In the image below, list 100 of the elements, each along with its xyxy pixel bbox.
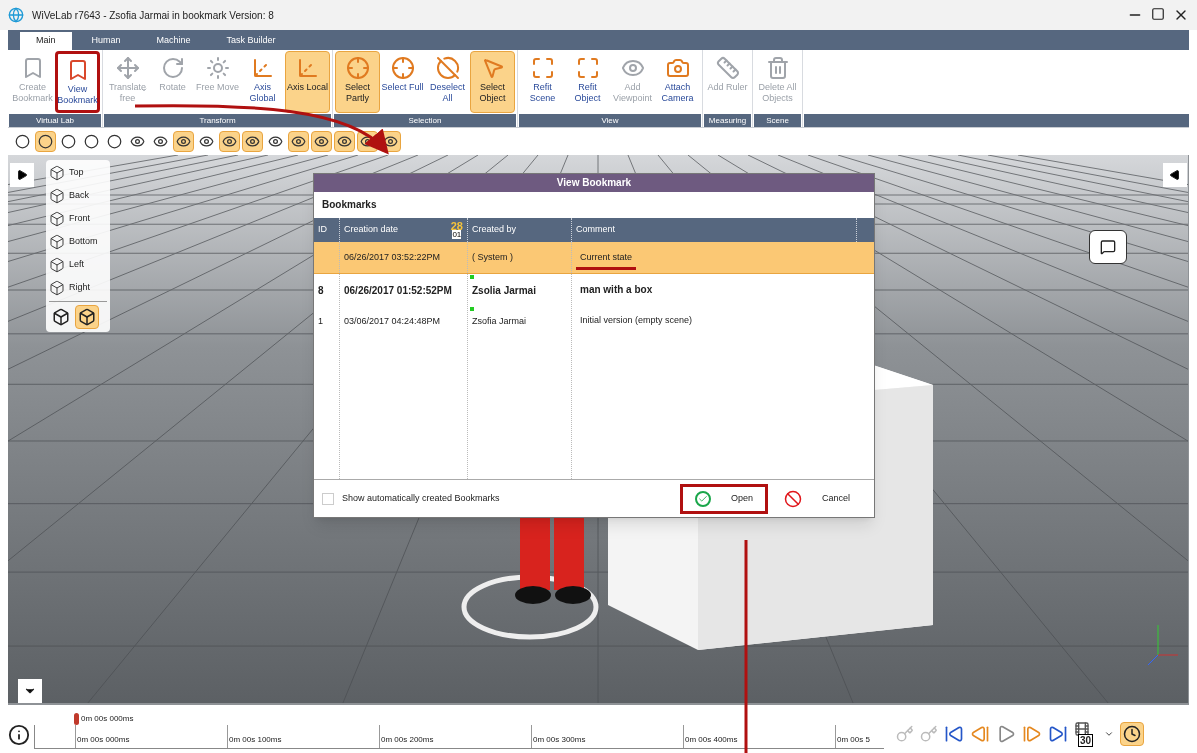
- cube-icon: [78, 308, 96, 326]
- toolbar-button[interactable]: [219, 131, 240, 152]
- ribbon-tool-icon: [665, 56, 690, 80]
- ribbon-tool-icon: [715, 56, 740, 80]
- column-header[interactable]: ID: [318, 223, 327, 237]
- ribbon-group-label: Selection: [334, 114, 516, 127]
- comment-cell-text: Initial version (empty scene): [579, 314, 694, 328]
- toolbar-button[interactable]: [173, 131, 194, 152]
- ribbon-button[interactable]: Axis Local: [285, 51, 330, 113]
- cancel-button[interactable]: Cancel: [776, 483, 858, 514]
- bookmark-row[interactable]: 1 03/06/2017 04:24:48PM Zsofia Jarmai Initial version (empty scene): [314, 306, 874, 338]
- clock-button[interactable]: [1120, 722, 1144, 746]
- speech-bubble-icon: [1100, 239, 1116, 255]
- cube-icon: [49, 280, 65, 296]
- axis-gizmo-icon: [1147, 624, 1179, 666]
- view-preset-button[interactable]: Back: [49, 186, 107, 206]
- expand-right-button[interactable]: [1163, 163, 1187, 187]
- cube-icon: [52, 308, 70, 326]
- ribbon-tab[interactable]: Task Builder: [210, 32, 292, 50]
- eye-icon: [130, 134, 145, 149]
- checkbox[interactable]: [322, 492, 334, 505]
- sphere-icon: [107, 134, 122, 149]
- toolbar-button[interactable]: [288, 131, 309, 152]
- toolbar-button[interactable]: [242, 131, 263, 152]
- column-header[interactable]: Comment: [576, 223, 615, 237]
- ribbon-group-label: View: [519, 114, 701, 127]
- view-mode-button[interactable]: [75, 305, 99, 329]
- date-cell-text: 03/06/2017 04:24:48PM: [343, 315, 442, 329]
- toolbar-button[interactable]: [334, 131, 355, 152]
- ribbon-tool-icon: [160, 56, 185, 80]
- eye-icon: [245, 134, 260, 149]
- ribbon-tool-icon: [390, 56, 415, 80]
- maximize-icon[interactable]: [1151, 7, 1165, 21]
- ribbon-tab[interactable]: Human: [75, 32, 137, 50]
- eye-icon: [199, 134, 214, 149]
- eye-icon: [176, 134, 191, 149]
- view-preset-button[interactable]: Top: [49, 163, 107, 183]
- bookmark-row[interactable]: 8 06/26/2017 01:52:52PM Zsolia Jarmai man with a box: [314, 274, 874, 306]
- last-frame-icon[interactable]: [1048, 724, 1068, 744]
- time-tick-label: 0m 00s 200ms: [380, 735, 434, 744]
- previous-frame-icon[interactable]: [970, 724, 990, 744]
- ribbon-tool-icon: [435, 56, 460, 80]
- ribbon-button[interactable]: Axis Global: [240, 51, 285, 113]
- toolbar-button[interactable]: [35, 131, 56, 152]
- ribbon-button[interactable]: Select Object: [470, 51, 515, 113]
- eye-icon: [222, 134, 237, 149]
- first-frame-icon[interactable]: [944, 724, 964, 744]
- eye-icon: [337, 134, 352, 149]
- column-header[interactable]: Created by: [472, 223, 517, 237]
- comment-button[interactable]: [1089, 230, 1127, 264]
- bookmark-row[interactable]: 06/26/2017 03:52:22PM ( System ) Current state: [314, 242, 874, 274]
- view-preset-button[interactable]: Bottom: [49, 232, 107, 252]
- time-tick-label: 0m 00s 300ms: [532, 735, 586, 744]
- id-cell-text: 1: [317, 315, 324, 329]
- eye-icon: [291, 134, 306, 149]
- time-tick-label: 0m 00s 400ms: [684, 735, 738, 744]
- collapse-down-button[interactable]: [18, 679, 42, 703]
- column-header[interactable]: Creation date: [344, 223, 399, 237]
- author-cell: ( System ): [472, 251, 513, 262]
- dropdown-caret-icon[interactable]: [1104, 729, 1114, 739]
- cube-icon: [49, 211, 65, 227]
- playhead-time: 0m 00s 000ms: [81, 713, 134, 725]
- ribbon-tab[interactable]: Main: [20, 32, 72, 50]
- sphere-icon: [15, 134, 30, 149]
- time-tick-label: 0m 00s 5: [836, 735, 870, 744]
- expand-left-button[interactable]: [10, 163, 34, 187]
- toolbar-button[interactable]: [311, 131, 332, 152]
- view-preset-button[interactable]: Front: [49, 209, 107, 229]
- ribbon-button[interactable]: Deselect All: [425, 51, 470, 113]
- eye-icon: [314, 134, 329, 149]
- triangle-right-icon: [16, 169, 28, 181]
- cancel-icon: [784, 489, 802, 508]
- ribbon-tab[interactable]: Machine: [140, 32, 207, 50]
- ribbon-button[interactable]: Select Full: [380, 51, 425, 113]
- view-preset-button[interactable]: Left: [49, 255, 107, 275]
- time-tick-label: 0m 00s 100ms: [228, 735, 282, 744]
- ribbon-group-label: Measuring: [704, 114, 751, 127]
- view-preset-button[interactable]: Right: [49, 278, 107, 298]
- info-icon[interactable]: [8, 724, 30, 746]
- cube-icon: [49, 165, 65, 181]
- author-cell: Zsofia Jarmai: [472, 316, 526, 327]
- app-logo-icon: [8, 7, 24, 23]
- open-button[interactable]: Open: [679, 483, 768, 514]
- next-frame-icon[interactable]: [1022, 724, 1042, 744]
- ribbon-group-label: Virtual Lab: [9, 114, 101, 127]
- date-cell-text: 06/26/2017 01:52:52PM: [343, 283, 453, 298]
- cube-icon: [49, 257, 65, 273]
- ribbon-group-label: Scene: [754, 114, 801, 127]
- sphere-icon: [61, 134, 76, 149]
- ribbon-button[interactable]: Attach Camera: [655, 51, 700, 113]
- ribbon-button[interactable]: Refit Scene: [520, 51, 565, 113]
- ribbon-tool-icon: [575, 56, 600, 80]
- comment-cell-text: man with a box: [579, 282, 654, 297]
- timeline-ruler[interactable]: 0m 00s 000ms 0m 00s 100ms 0m 00s 200ms 0m 00s 300ms 0m 00s 400ms 0m 00s 5: [34, 725, 884, 749]
- fps-button[interactable]: 30: [1074, 721, 1098, 747]
- ribbon-button[interactable]: Refit Object: [565, 51, 610, 113]
- playhead-marker-icon[interactable]: [74, 713, 79, 725]
- ribbon-tool-icon: [765, 56, 790, 80]
- play-icon[interactable]: [996, 724, 1016, 744]
- ribbon-button[interactable]: Select Partly: [335, 51, 380, 113]
